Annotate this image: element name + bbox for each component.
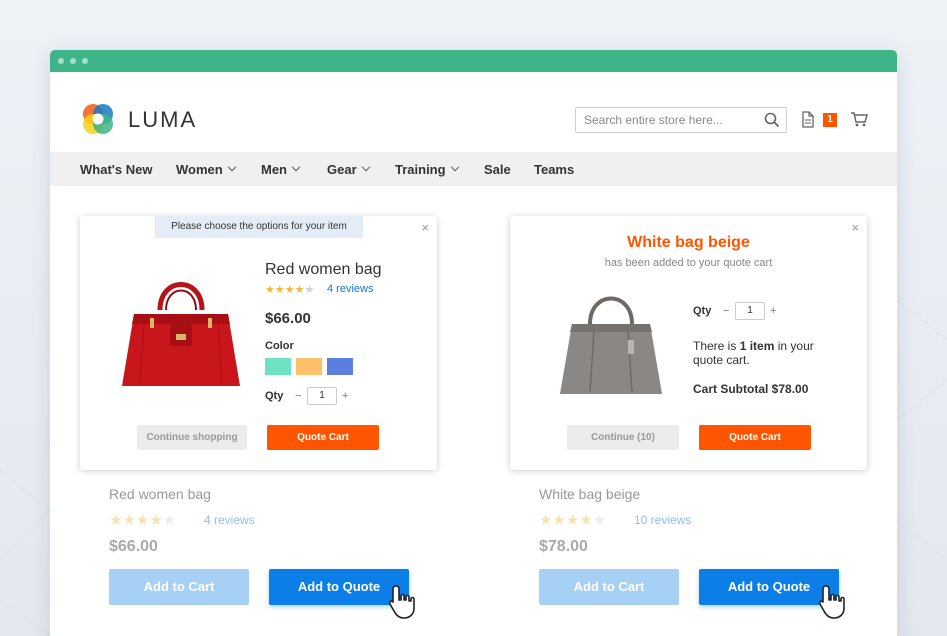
nav-item-label: Men (261, 162, 287, 177)
reviews-link[interactable]: 10 reviews (634, 513, 691, 527)
product-name[interactable]: White bag beige (539, 486, 640, 502)
logo-text[interactable]: LUMA (128, 107, 197, 133)
rating-stars: ★★★★★ (109, 512, 177, 529)
qty-input[interactable]: 1 (735, 302, 765, 320)
rating-stars: ★★★★★ (265, 284, 315, 296)
site-header: LUMA 1 (50, 72, 897, 152)
window-dot (70, 58, 76, 64)
qty-decrease-button[interactable]: − (723, 305, 729, 317)
nav-item-label: Gear (327, 162, 357, 177)
nav-item-gear[interactable]: Gear (327, 162, 370, 177)
cart-item-info: There is 1 item in your quote cart. (693, 339, 814, 367)
qty-label: Qty (265, 390, 284, 402)
add-to-cart-button[interactable]: Add to Cart (109, 569, 249, 605)
color-label: Color (265, 340, 294, 352)
search-input[interactable] (576, 108, 756, 132)
color-swatch-teal[interactable] (265, 358, 291, 375)
luma-logo-icon[interactable] (80, 101, 116, 137)
beige-bag-image (560, 296, 662, 394)
added-subtitle: has been added to your quote cart (604, 257, 773, 269)
qty-increase-button[interactable]: + (342, 390, 348, 402)
nav-item-label: Training (395, 162, 446, 177)
added-product-title: White bag beige (627, 234, 750, 251)
close-icon[interactable]: × (851, 220, 859, 235)
chevron-down-icon (361, 162, 370, 171)
cart-subtotal: Cart Subtotal $78.00 (693, 382, 809, 396)
nav-item-label: Teams (534, 162, 575, 177)
qty-increase-button[interactable]: + (770, 305, 776, 317)
search-icon[interactable] (764, 112, 780, 128)
nav-item-sale[interactable]: Sale (484, 162, 511, 177)
quote-cart-text: quote cart. (693, 353, 750, 367)
nav-item-teams[interactable]: Teams (534, 162, 574, 177)
window-dot (82, 58, 88, 64)
there-is-text: There is (693, 339, 737, 353)
chevron-down-icon (450, 162, 459, 171)
quote-count-badge: 1 (823, 113, 837, 127)
shopping-cart-icon[interactable] (850, 111, 868, 127)
quote-cart-button[interactable]: Quote Cart (699, 425, 811, 450)
product-options-popup: Please choose the options for your item … (80, 216, 437, 470)
nav-item-women[interactable]: Women (176, 162, 236, 177)
qty-label: Qty (693, 305, 712, 317)
add-to-cart-button[interactable]: Add to Cart (539, 569, 679, 605)
continue-button[interactable]: Continue (10) (567, 425, 679, 450)
main-navigation: What's New Women Men Gear Training Sale … (50, 152, 897, 186)
reviews-link[interactable]: 4 reviews (327, 283, 373, 295)
product-name[interactable]: Red women bag (109, 486, 211, 502)
nav-item-label: What's New (80, 162, 153, 177)
chevron-down-icon (227, 162, 236, 171)
added-to-quote-popup: × White bag beige has been added to your… (510, 216, 867, 470)
product-price: $66.00 (109, 538, 158, 555)
reviews-link[interactable]: 4 reviews (204, 513, 255, 527)
window-dot (58, 58, 64, 64)
window-titlebar (50, 50, 897, 72)
quote-cart-icon[interactable] (801, 111, 817, 129)
qty-decrease-button[interactable]: − (295, 390, 301, 402)
in-your-text: in your (777, 339, 814, 353)
continue-shopping-button[interactable]: Continue shopping (137, 425, 247, 450)
quote-cart-button[interactable]: Quote Cart (267, 425, 379, 450)
close-icon[interactable]: × (421, 220, 429, 235)
nav-item-label: Sale (484, 162, 511, 177)
qty-input[interactable]: 1 (307, 387, 337, 405)
popup-product-name: Red women bag (265, 261, 382, 278)
rating-stars: ★★★★★ (539, 512, 607, 529)
color-swatch-blue[interactable] (327, 358, 353, 375)
nav-item-men[interactable]: Men (261, 162, 301, 177)
hand-cursor-icon (388, 585, 415, 619)
red-bag-image (122, 282, 240, 386)
popup-price: $66.00 (265, 310, 311, 327)
browser-window: LUMA 1 What's New Women Men Gear Trainin… (50, 50, 897, 636)
nav-item-whats-new[interactable]: What's New (80, 162, 152, 177)
nav-item-training[interactable]: Training (395, 162, 459, 177)
options-notice: Please choose the options for your item (155, 216, 363, 238)
nav-item-label: Women (176, 162, 223, 177)
color-swatch-orange[interactable] (296, 358, 322, 375)
hand-cursor-icon (818, 585, 845, 619)
search-box (575, 107, 787, 133)
chevron-down-icon (291, 162, 301, 171)
product-price: $78.00 (539, 538, 588, 555)
item-count: 1 item (739, 339, 775, 353)
